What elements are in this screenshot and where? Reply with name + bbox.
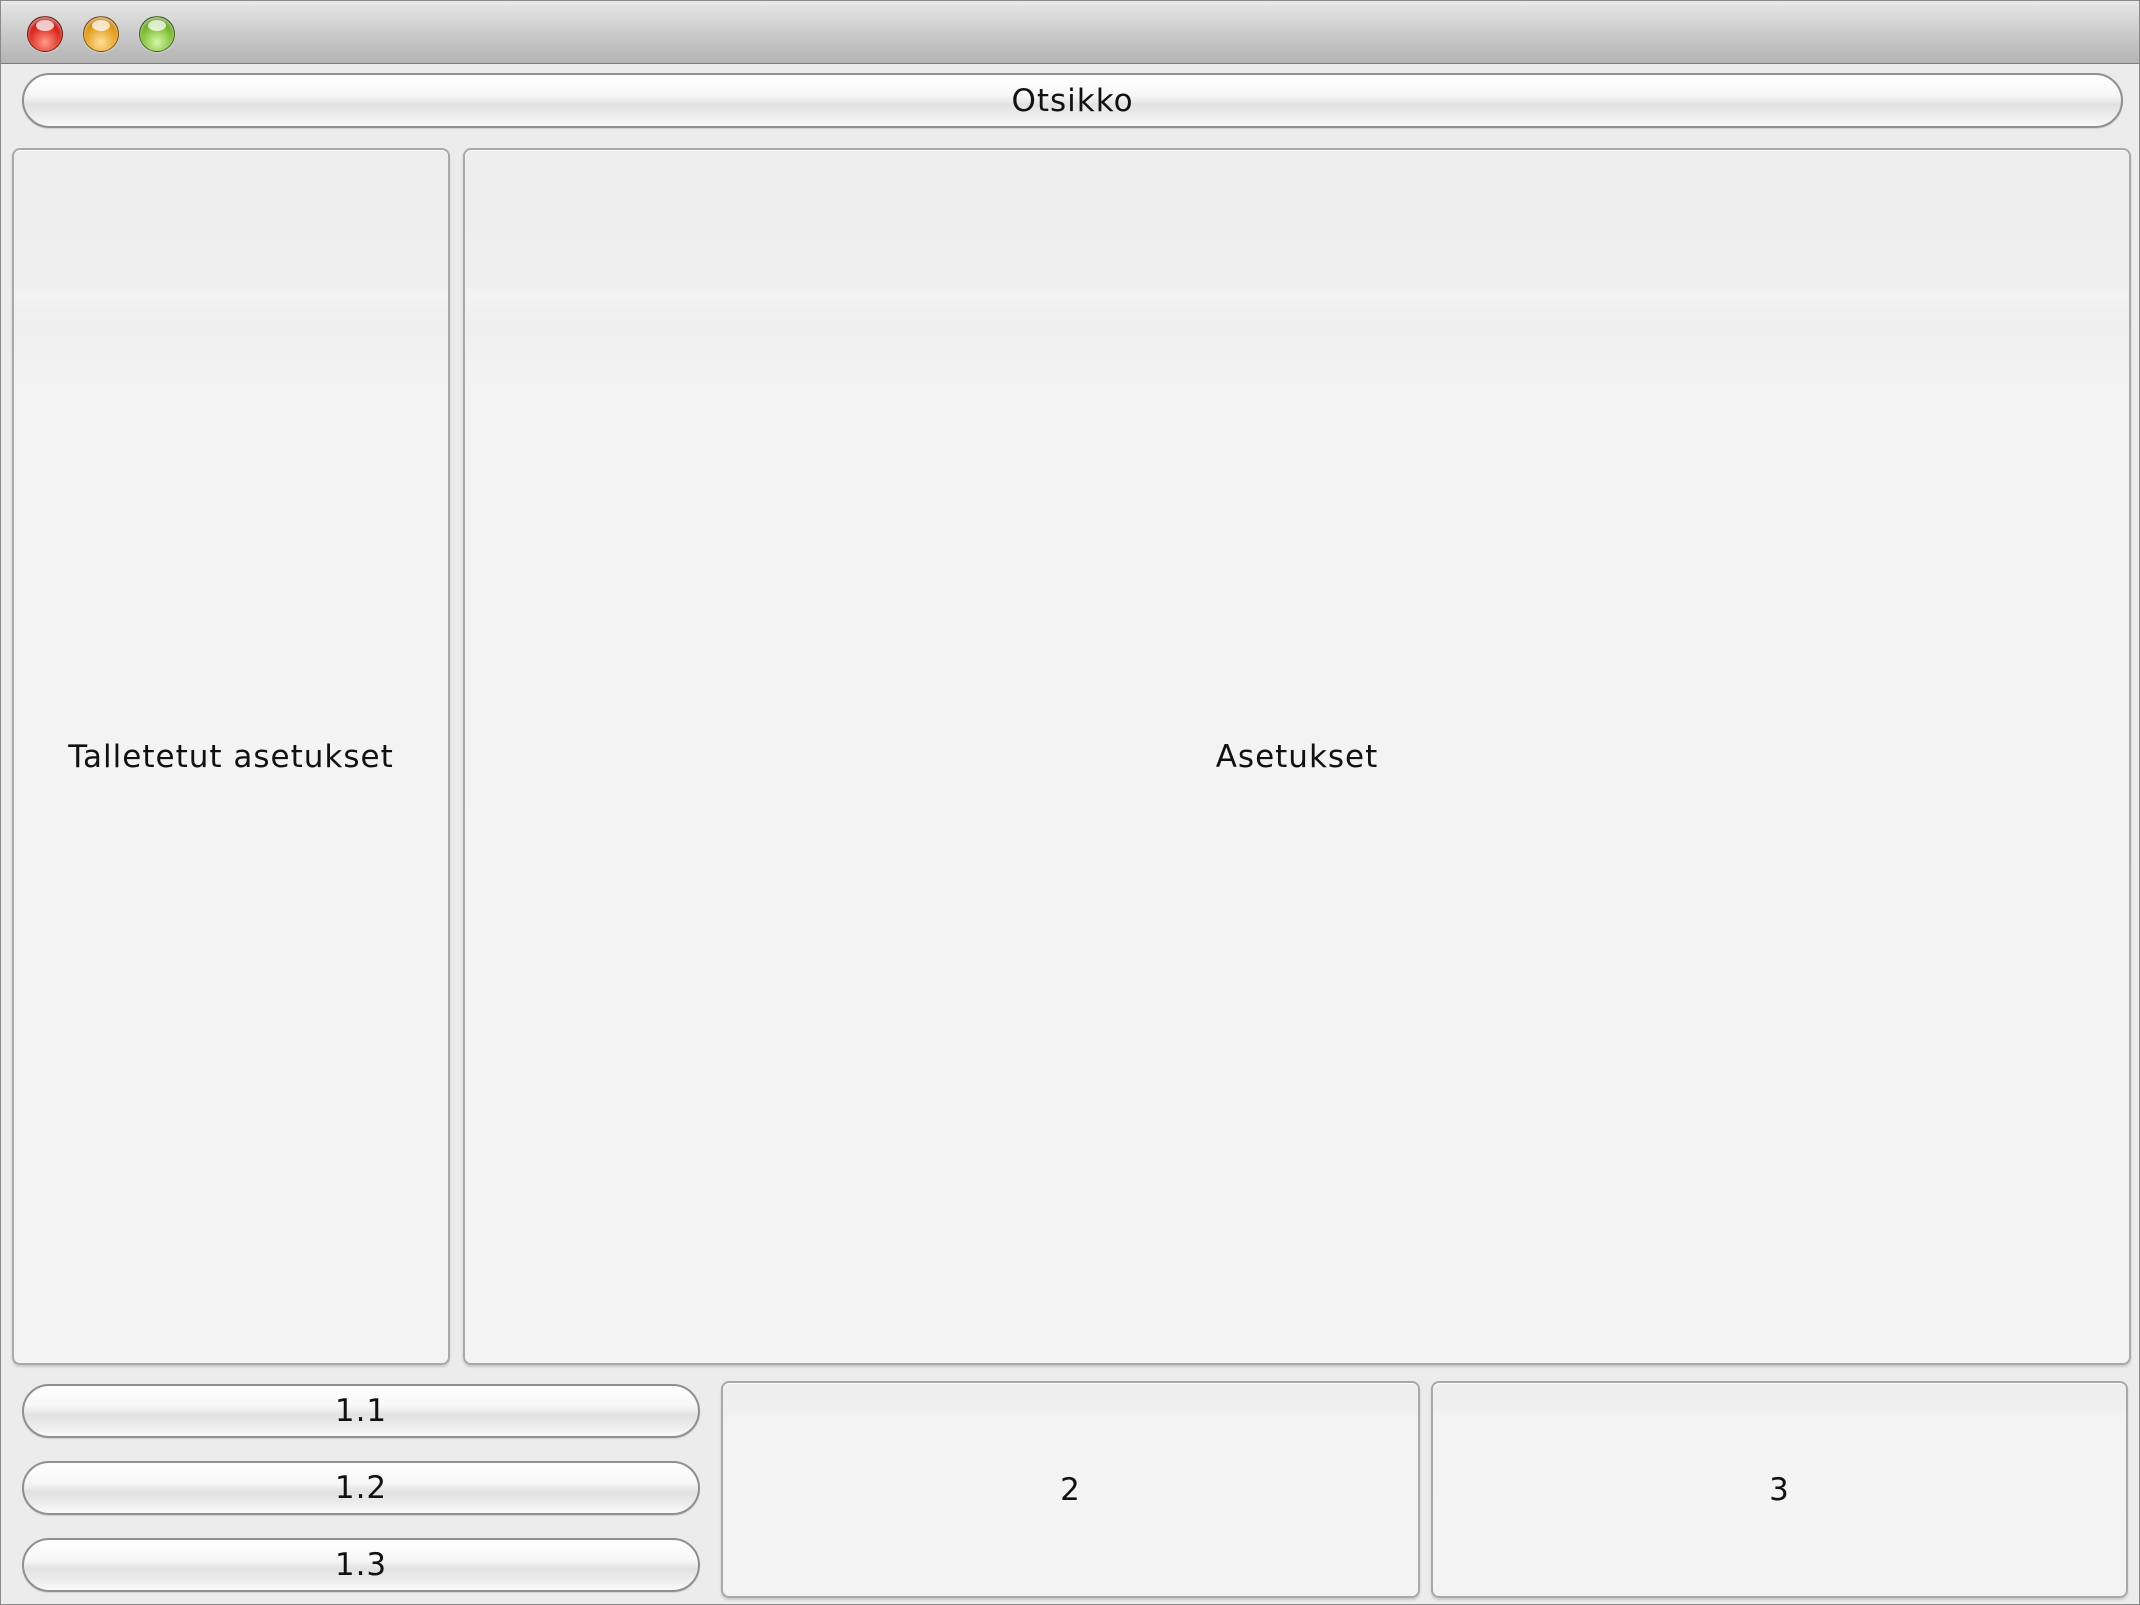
otsikko-button[interactable]: Otsikko	[22, 73, 2123, 128]
button-1-2-label: 1.2	[334, 1470, 388, 1506]
saved-settings-label: Talletetut asetukset	[68, 738, 394, 775]
zoom-window-icon[interactable]	[139, 16, 175, 52]
button-1-3[interactable]: 1.3	[22, 1538, 700, 1592]
panel-2: 2	[721, 1381, 1420, 1598]
app-window: Otsikko Talletetut asetukset Asetukset 1…	[0, 0, 2140, 1605]
panel-2-label: 2	[1060, 1471, 1081, 1508]
button-1-1-label: 1.1	[334, 1393, 388, 1429]
close-window-icon[interactable]	[27, 16, 63, 52]
settings-label: Asetukset	[1215, 738, 1379, 775]
panel-3: 3	[1431, 1381, 2128, 1598]
settings-panel: Asetukset	[463, 148, 2131, 1365]
saved-settings-panel: Talletetut asetukset	[12, 148, 450, 1365]
panel-3-label: 3	[1769, 1471, 1790, 1508]
title-bar[interactable]	[1, 1, 2139, 64]
otsikko-button-label: Otsikko	[1011, 82, 1134, 119]
button-1-2[interactable]: 1.2	[22, 1461, 700, 1515]
button-1-3-label: 1.3	[334, 1547, 388, 1583]
button-1-1[interactable]: 1.1	[22, 1384, 700, 1438]
minimize-window-icon[interactable]	[83, 16, 119, 52]
